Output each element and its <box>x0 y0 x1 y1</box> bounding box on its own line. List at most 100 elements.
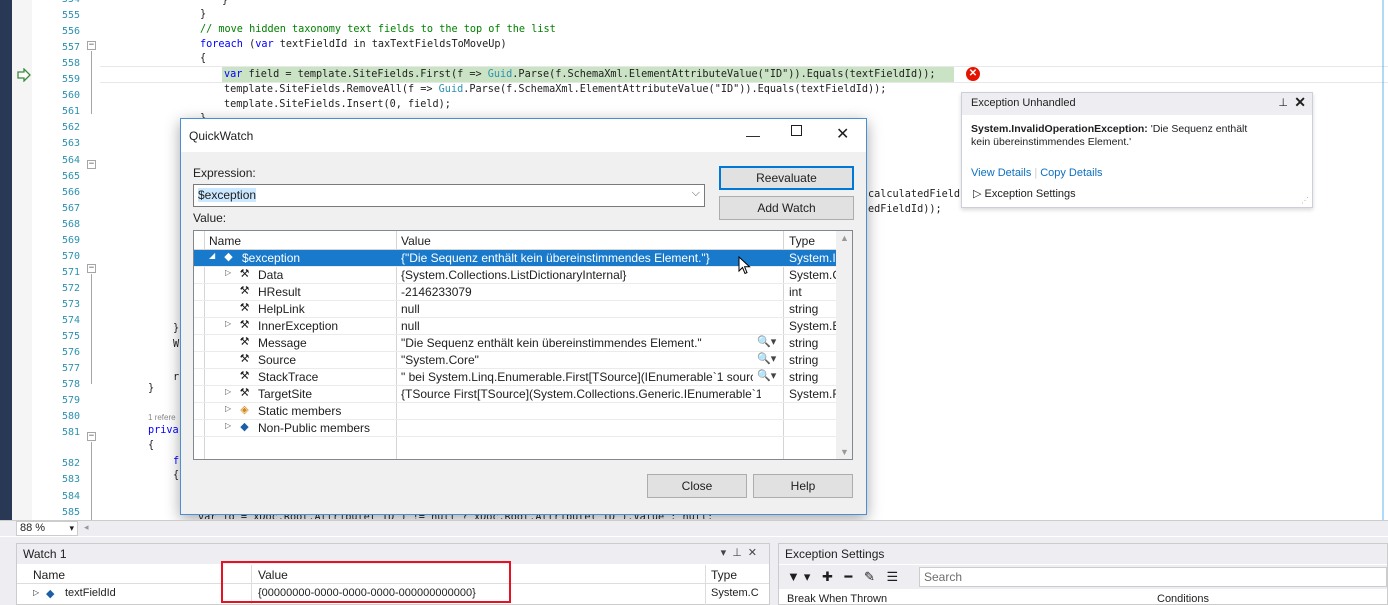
fold-toggle[interactable]: − <box>87 432 96 441</box>
code-line: template.SiteFields.Insert(0, field); <box>224 99 451 110</box>
exception-settings-titlebar[interactable]: Exception Settings <box>779 544 1387 564</box>
exception-settings-title: Exception Settings <box>785 547 885 561</box>
scroll-left-icon[interactable]: ◂ <box>84 522 89 533</box>
column-header-type[interactable]: Type <box>789 234 815 248</box>
exception-type: System.InvalidOperationException: <box>971 123 1148 135</box>
maximize-icon[interactable] <box>791 125 802 136</box>
cell-value: -2146233079 <box>401 285 472 299</box>
cell-name: $exception <box>242 251 301 265</box>
code-line: } <box>173 323 180 334</box>
cell-value: null <box>401 319 420 333</box>
cell-type: System.C <box>789 268 837 282</box>
minimize-icon[interactable]: — <box>746 127 760 143</box>
line-number: 566 <box>61 186 80 198</box>
cell-name: HelpLink <box>258 302 305 316</box>
table-row[interactable]: ▷ ⚒ TargetSite {TSource First[TSource](Syst… <box>194 386 837 403</box>
zoom-combobox[interactable]: 88 % ▾ <box>16 521 78 536</box>
expand-icon[interactable]: ▷ <box>33 588 39 597</box>
table-row[interactable]: ⚒ HResult -2146233079 int <box>194 284 836 301</box>
column-header-break[interactable]: Break When Thrown <box>787 593 887 605</box>
code-line-fragment: edFieldId)); <box>868 204 942 215</box>
line-number: 574 <box>61 315 80 326</box>
line-number: 584 <box>61 490 80 502</box>
line-number: 570 <box>61 250 80 262</box>
fold-toggle[interactable]: − <box>87 160 96 169</box>
line-number: 578 <box>61 379 80 391</box>
quickwatch-dialog: QuickWatch — ✕ Expression: $exception ⌵ … <box>180 118 867 515</box>
table-row[interactable]: ▷ ⚒ InnerException null System.E <box>194 318 837 335</box>
code-line: W <box>173 339 180 350</box>
visualizer-search-icon[interactable]: 🔍▾ <box>757 335 776 348</box>
expand-icon[interactable]: ▷ <box>225 421 231 430</box>
table-row[interactable]: ⚒ StackTrace " bei System.Linq.Enumerable.… <box>194 369 836 386</box>
expand-icon[interactable]: ▷ <box>225 268 231 277</box>
reevaluate-button[interactable]: Reevaluate <box>719 166 854 190</box>
quickwatch-titlebar[interactable]: QuickWatch — ✕ <box>181 119 866 152</box>
table-row[interactable]: ▷ ◈ Static members <box>194 403 836 420</box>
add-watch-button[interactable]: Add Watch <box>719 196 854 220</box>
toolbar-icons[interactable]: ▼▾ ✚ ━ ✎ ☰ <box>787 569 902 585</box>
pin-icon[interactable]: ⊥ <box>1278 96 1288 109</box>
help-button[interactable]: Help <box>753 474 853 498</box>
search-input[interactable]: Search <box>919 567 1387 587</box>
expression-value[interactable]: $exception <box>198 188 257 202</box>
cell-name: InnerException <box>258 319 339 333</box>
close-button[interactable]: Close <box>647 474 747 498</box>
close-icon[interactable]: ✕ <box>1294 94 1306 111</box>
quickwatch-value-grid[interactable]: Name Value Type ◢ ◆ $exception {"Die Sequen… <box>193 230 853 460</box>
cell-name: TargetSite <box>258 387 313 401</box>
scroll-up-icon[interactable]: ▲ <box>840 233 849 243</box>
static-members-icon: ◈ <box>240 404 249 416</box>
column-header-value[interactable]: Value <box>401 234 431 248</box>
column-header-name[interactable]: Name <box>209 234 241 248</box>
line-number: 560 <box>61 90 80 102</box>
error-icon[interactable]: ✕ <box>966 67 980 81</box>
column-header-name[interactable]: Name <box>33 568 65 582</box>
window-controls[interactable]: ▾⊥✕ <box>721 546 763 559</box>
current-statement-arrow-icon <box>17 68 31 82</box>
table-row[interactable]: ⚒ Message "Die Sequenz enthält kein überei… <box>194 335 836 352</box>
table-row[interactable]: ⚒ HelpLink null string <box>194 301 836 318</box>
cell-name: Static members <box>258 404 342 418</box>
line-number: 559 <box>61 74 80 86</box>
line-number: 576 <box>61 347 80 359</box>
resize-grip-icon[interactable]: ⋰ <box>1301 196 1309 205</box>
property-wrench-icon: ⚒ <box>239 370 250 382</box>
table-row[interactable]: ⚒ Source "System.Core" string 🔍▾ <box>194 352 836 369</box>
zoom-level: 88 % <box>20 522 46 534</box>
fold-toggle[interactable]: − <box>87 41 96 50</box>
cell-value: " bei System.Linq.Enumerable.First[TSour… <box>401 370 753 384</box>
chevron-down-icon[interactable]: ⌵ <box>692 187 700 200</box>
bottom-tool-windows: Watch 1 ▾⊥✕ Name Value Type ▷ ◆ textFiel… <box>0 537 1388 605</box>
chevron-down-icon[interactable]: ▾ <box>69 522 74 535</box>
property-wrench-icon: ⚒ <box>239 319 250 331</box>
expand-icon[interactable]: ▷ <box>225 387 231 396</box>
table-row[interactable]: ▷ ◆ Non-Public members <box>194 420 836 437</box>
expand-icon[interactable]: ▷ <box>225 404 231 413</box>
view-details-link[interactable]: View Details <box>971 167 1031 179</box>
exception-settings-expander[interactable]: ▷ Exception Settings <box>973 187 1076 200</box>
visualizer-search-icon[interactable]: 🔍▾ <box>757 369 776 382</box>
fold-toggle[interactable]: − <box>87 264 96 273</box>
collapse-icon[interactable]: ◢ <box>209 251 215 260</box>
cell-type: string <box>789 336 819 350</box>
cell-type: string <box>789 302 819 316</box>
expand-icon[interactable]: ▷ <box>225 319 231 328</box>
scroll-down-icon[interactable]: ▼ <box>840 447 849 457</box>
cell-type: System.R <box>789 387 837 401</box>
line-number: 585 <box>61 506 80 518</box>
line-number: 563 <box>61 138 80 150</box>
vertical-scrollbar[interactable]: ▲ ▼ <box>836 231 852 459</box>
cell-value: {System.Collections.ListDictionaryIntern… <box>401 268 627 282</box>
visualizer-search-icon[interactable]: 🔍▾ <box>757 352 776 365</box>
copy-details-link[interactable]: Copy Details <box>1040 167 1102 179</box>
column-header-conditions[interactable]: Conditions <box>1157 593 1209 605</box>
column-header-type[interactable]: Type <box>711 568 737 582</box>
close-icon[interactable]: ✕ <box>836 124 849 144</box>
cell-name: StackTrace <box>258 370 319 384</box>
mouse-cursor-icon <box>738 256 751 275</box>
line-number: 582 <box>61 458 80 470</box>
expression-combobox[interactable]: $exception ⌵ <box>193 184 705 207</box>
cell-name: Message <box>258 336 307 350</box>
cell-name: Source <box>258 353 297 367</box>
